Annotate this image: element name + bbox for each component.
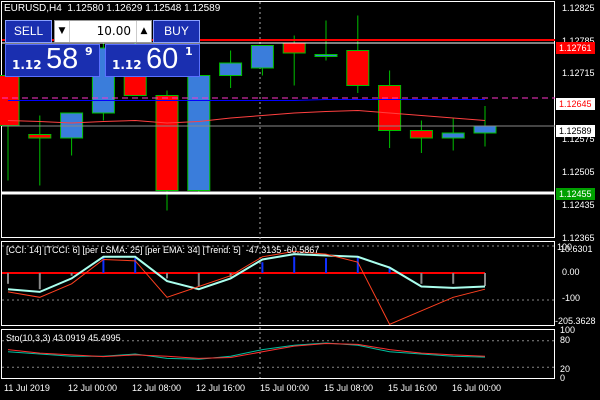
- time-axis-label: 12 Jul 00:00: [68, 383, 118, 393]
- candle-body: [314, 54, 338, 57]
- cci-axis-label: 0.00: [562, 267, 580, 277]
- time-axis-label: 15 Jul 00:00: [260, 383, 310, 393]
- stoch-indicator-label: Sto(10,3,3) 43.0919 45.4995: [6, 333, 121, 343]
- candle-body: [219, 62, 243, 76]
- sell-button[interactable]: SELL: [5, 20, 52, 43]
- candle-body: [155, 95, 179, 191]
- candle-body: [28, 134, 52, 139]
- cci-axis-label: -100: [562, 293, 581, 303]
- buy-price-box[interactable]: 1.12 60 1: [105, 43, 200, 77]
- symbol-label: EURUSD,H4: [4, 3, 62, 14]
- price-axis-label: 1.12435: [562, 200, 595, 210]
- ma-blue-line: [8, 99, 485, 101]
- cci-line: [7, 250, 486, 325]
- candle-body: [187, 75, 211, 191]
- cci-panel: [2, 245, 555, 325]
- price-axis-label: 1.12505: [562, 167, 595, 177]
- stoch-main-line: [7, 342, 486, 360]
- stoch-panel: [2, 340, 555, 368]
- pink-line-price-tag: 1.12645: [556, 98, 595, 110]
- candle-body: [250, 45, 274, 69]
- candle-body: [346, 50, 370, 86]
- sell-price-prefix: 1.12: [12, 58, 42, 72]
- buy-price-prefix: 1.12: [112, 58, 142, 72]
- candle-body: [282, 42, 306, 54]
- time-axis-label: 12 Jul 08:00: [132, 383, 182, 393]
- candle-body: [473, 125, 497, 134]
- candle-body: [441, 132, 465, 139]
- sell-price-big: 58: [46, 43, 79, 75]
- lot-size-stepper[interactable]: ▼ 10.00 ▲: [54, 20, 152, 43]
- stoch-axis-label: 100: [560, 325, 576, 335]
- sell-price-box[interactable]: 1.12 58 9: [5, 43, 100, 77]
- time-axis-label: 15 Jul 16:00: [388, 383, 438, 393]
- stoch-axis-label: 80: [560, 335, 571, 345]
- red-line-price-tag: 1.12761: [556, 42, 595, 54]
- symbol-info: EURUSD,H4 1.12580 1.12629 1.12548 1.1258…: [4, 3, 220, 14]
- lot-size-input[interactable]: 10.00: [71, 21, 135, 42]
- cci-axis-label: 10.6301: [560, 244, 593, 254]
- buy-button[interactable]: BUY: [153, 20, 200, 43]
- buy-price-sup: 1: [185, 45, 193, 58]
- candle-body: [409, 130, 433, 139]
- lot-decrease-icon[interactable]: ▼: [55, 21, 70, 42]
- candle-body: [378, 85, 402, 131]
- time-axis-label: 16 Jul 00:00: [452, 383, 502, 393]
- time-axis-label: 11 Jul 2019: [4, 383, 50, 393]
- stoch-axis-label: 0: [560, 373, 566, 383]
- ohlc-values: 1.12580 1.12629 1.12548 1.12589: [67, 3, 221, 14]
- current-price-tag: 1.12589: [556, 125, 595, 137]
- price-axis-label: 1.12715: [562, 68, 595, 78]
- price-axis-label: 1.12825: [562, 3, 595, 13]
- lot-increase-icon[interactable]: ▲: [136, 21, 151, 42]
- cci-indicator-label: [CCI: 14] [TCCI: 6] [per LSMA: 25] [per …: [6, 245, 320, 255]
- one-click-trading-panel: SELL ▼ 10.00 ▲ BUY 1.12 58 9 1.12 60 1: [5, 20, 200, 77]
- buy-price-big: 60: [146, 43, 179, 75]
- white-line-price-tag: 1.12455: [556, 188, 595, 200]
- time-axis-label: 12 Jul 16:00: [196, 383, 246, 393]
- sell-price-sup: 9: [85, 45, 93, 58]
- time-axis-label: 15 Jul 08:00: [324, 383, 374, 393]
